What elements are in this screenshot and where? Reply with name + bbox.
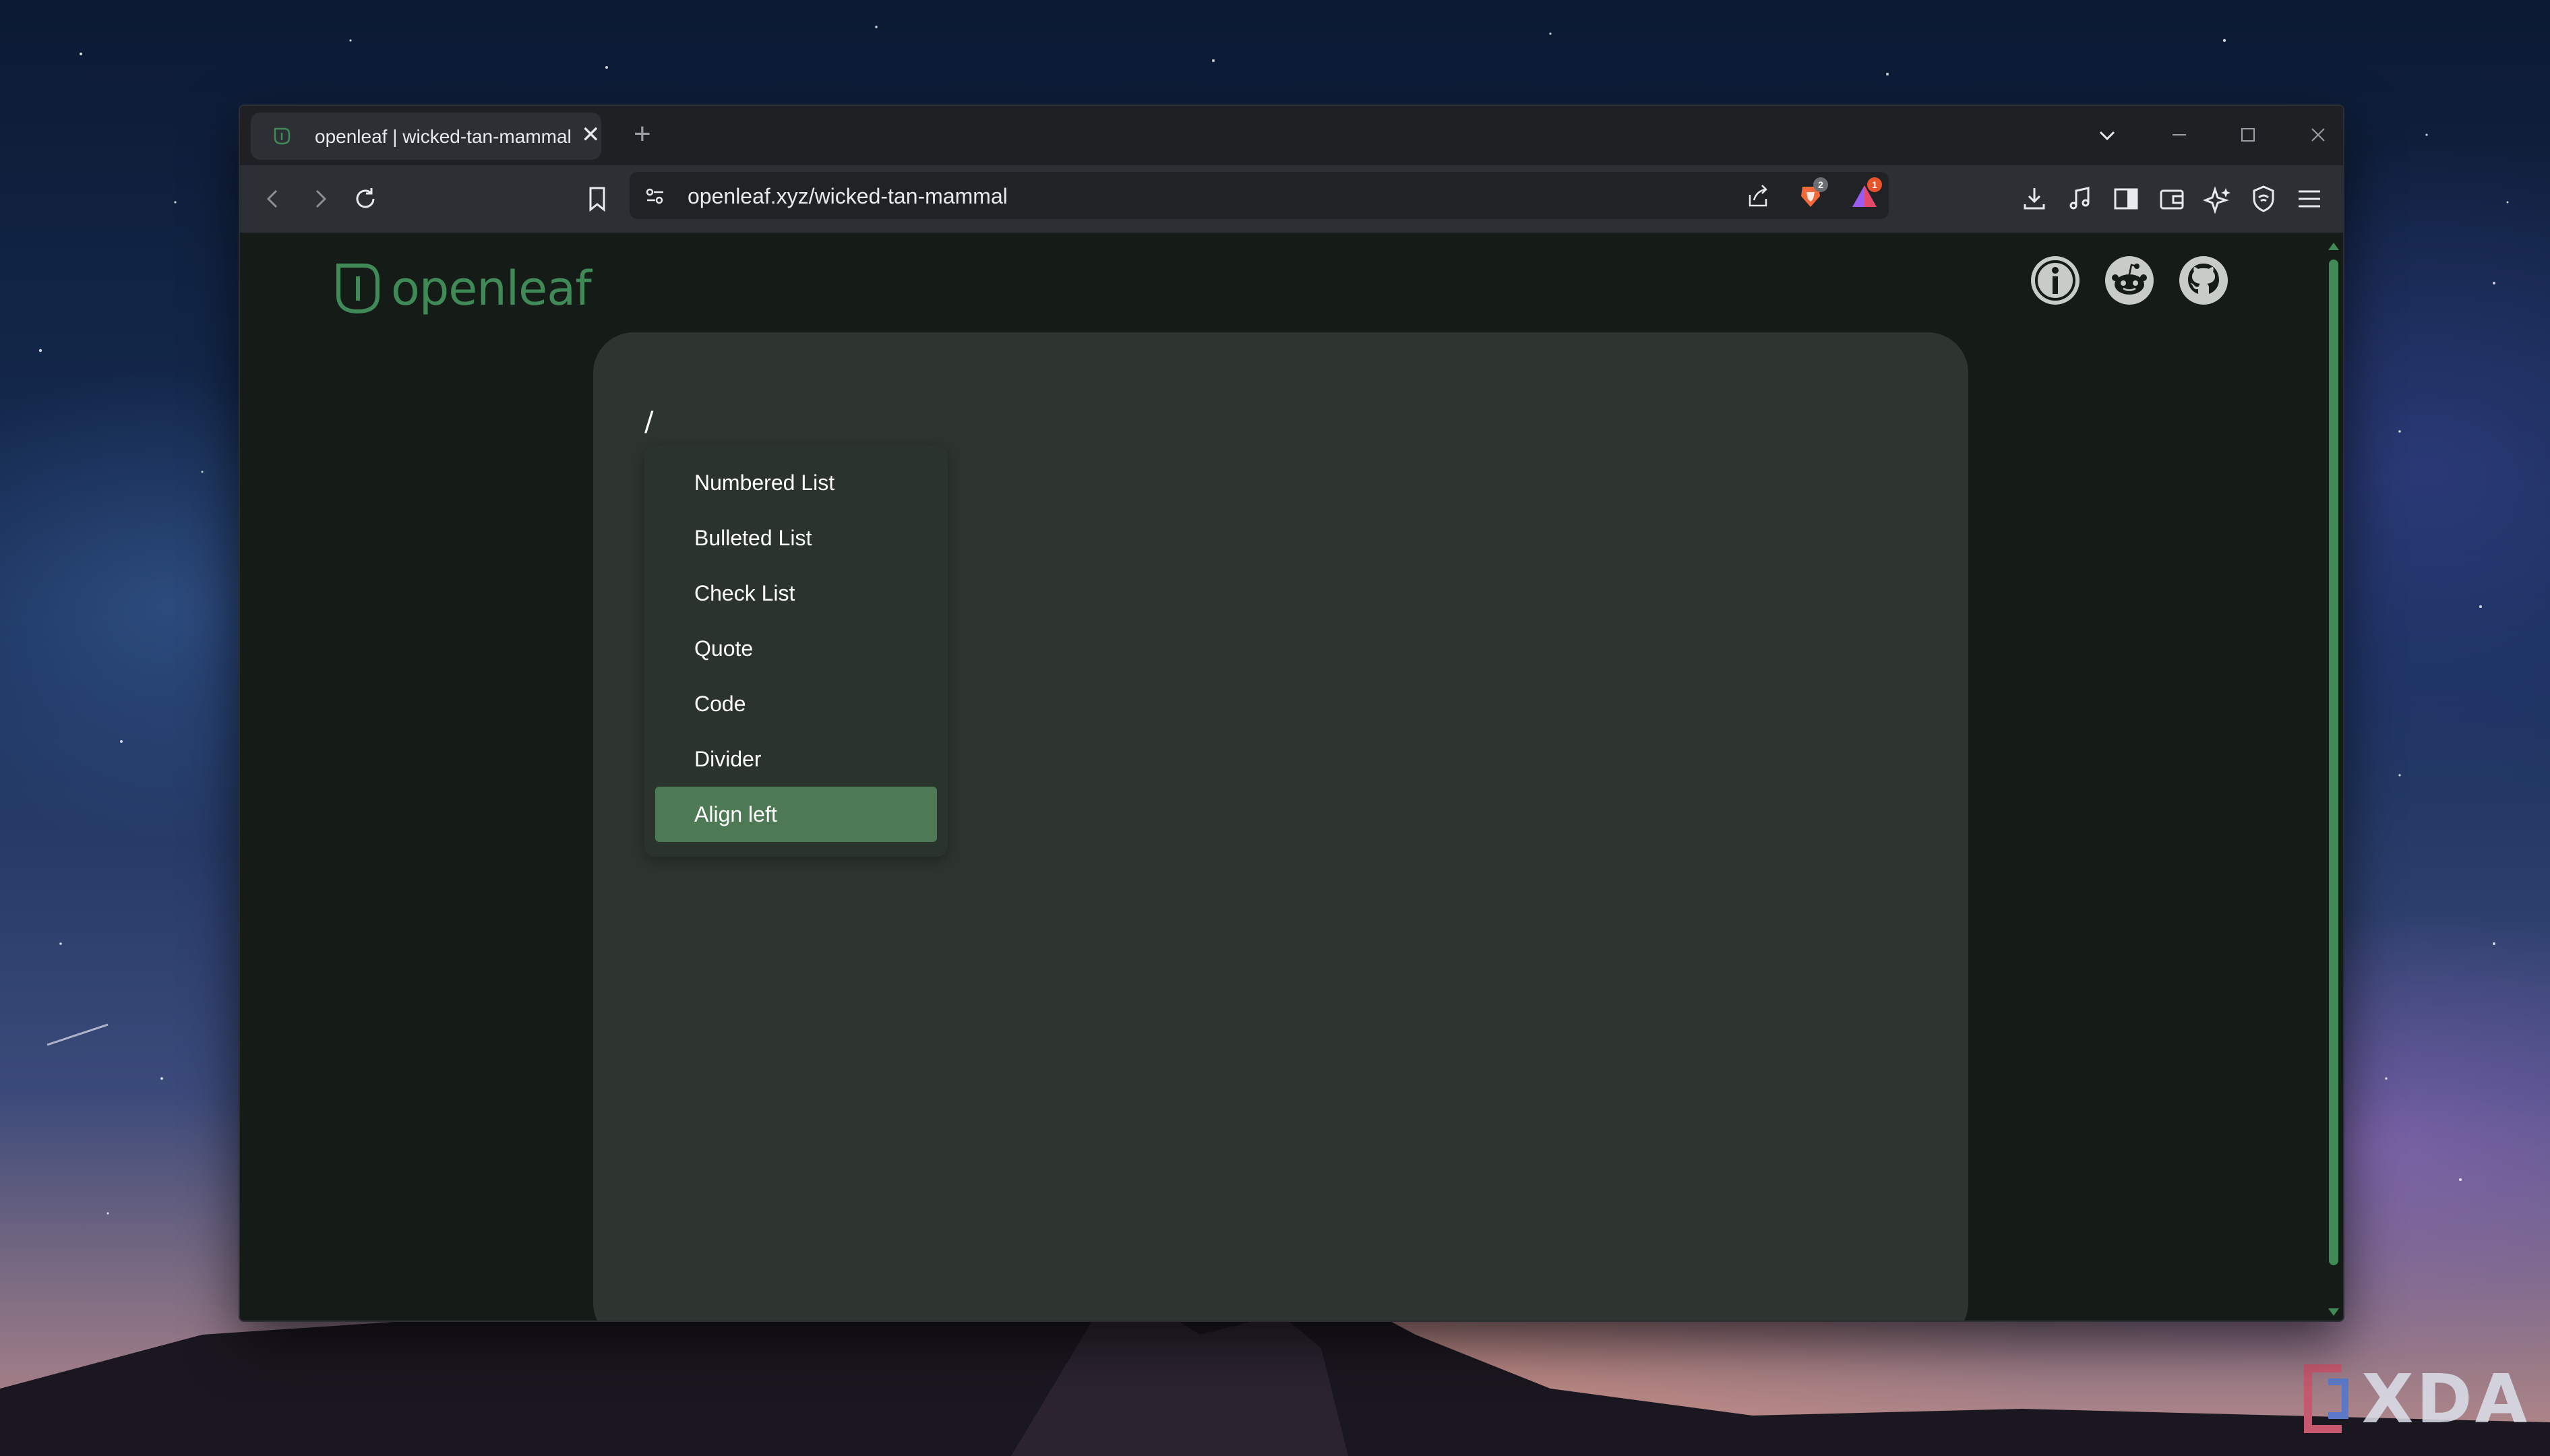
address-bar[interactable]: openleaf.xyz/wicked-tan-mammal 2 1 (630, 172, 1889, 219)
tab-title: openleaf | wicked-tan-mammal (315, 126, 572, 147)
forward-icon[interactable] (303, 183, 336, 215)
xda-text: XDA (2361, 1359, 2530, 1438)
browser-tab[interactable]: openleaf | wicked-tan-mammal ✕ (251, 113, 601, 160)
tab-bar: openleaf | wicked-tan-mammal ✕ + (240, 106, 2343, 165)
scrollbar-thumb[interactable] (2329, 260, 2338, 1265)
browser-toolbar: openleaf.xyz/wicked-tan-mammal 2 1 (240, 165, 2343, 234)
share-icon[interactable] (1742, 180, 1774, 212)
rewards-icon[interactable]: 1 (1848, 177, 1882, 212)
tab-close-icon[interactable]: ✕ (581, 123, 601, 146)
url-text[interactable]: openleaf.xyz/wicked-tan-mammal (688, 184, 1008, 209)
editor-card[interactable]: / Numbered List Bulleted List Check List… (593, 332, 1968, 1321)
menu-icon[interactable] (2293, 183, 2326, 215)
xda-watermark: XDA (2295, 1359, 2530, 1438)
brand-name: openleaf (391, 261, 592, 316)
menu-item-divider[interactable]: Divider (655, 731, 937, 787)
bookmark-icon[interactable] (581, 183, 613, 215)
menu-item-numbered-list[interactable]: Numbered List (655, 455, 937, 510)
vpn-shield-icon[interactable] (2247, 183, 2280, 215)
info-icon[interactable] (2029, 254, 2082, 307)
editor-typed-text[interactable]: / (644, 406, 653, 437)
github-icon[interactable] (2177, 254, 2230, 307)
chevron-down-icon[interactable] (2091, 119, 2123, 152)
xda-bracket-icon (2303, 1364, 2348, 1433)
rewards-count-badge: 1 (1867, 177, 1882, 192)
reload-icon[interactable] (349, 183, 382, 215)
minimize-icon[interactable] (2162, 118, 2196, 152)
reddit-icon[interactable] (2103, 254, 2156, 307)
menu-item-align-left[interactable]: Align left (655, 787, 937, 842)
menu-item-check-list[interactable]: Check List (655, 566, 937, 621)
page-scrollbar[interactable] (2324, 234, 2343, 1321)
music-icon[interactable] (2064, 183, 2096, 215)
menu-item-quote[interactable]: Quote (655, 621, 937, 676)
shields-count-badge: 2 (1813, 177, 1828, 192)
brave-shields-icon[interactable]: 2 (1794, 177, 1828, 212)
site-settings-icon[interactable] (639, 180, 671, 212)
openleaf-brand[interactable]: openleaf (334, 261, 592, 316)
openleaf-favicon-icon (274, 127, 291, 145)
downloads-icon[interactable] (2018, 183, 2051, 215)
scroll-up-arrow-icon[interactable] (2327, 241, 2340, 251)
openleaf-logo-icon (336, 264, 380, 314)
menu-item-code[interactable]: Code (655, 676, 937, 731)
leo-ai-icon[interactable] (2202, 183, 2234, 215)
slash-command-menu: Numbered List Bulleted List Check List Q… (644, 446, 948, 857)
scroll-down-arrow-icon[interactable] (2327, 1307, 2340, 1318)
menu-item-bulleted-list[interactable]: Bulleted List (655, 510, 937, 566)
back-icon[interactable] (257, 183, 290, 215)
sidebar-icon[interactable] (2110, 183, 2142, 215)
new-tab-button[interactable]: + (634, 114, 651, 154)
wallet-icon[interactable] (2156, 183, 2188, 215)
maximize-icon[interactable] (2231, 118, 2265, 152)
browser-window: openleaf | wicked-tan-mammal ✕ + openlea… (239, 104, 2344, 1322)
close-window-icon[interactable] (2301, 118, 2335, 152)
page-viewport: openleaf / Numbered List Bulleted List C… (240, 234, 2343, 1321)
